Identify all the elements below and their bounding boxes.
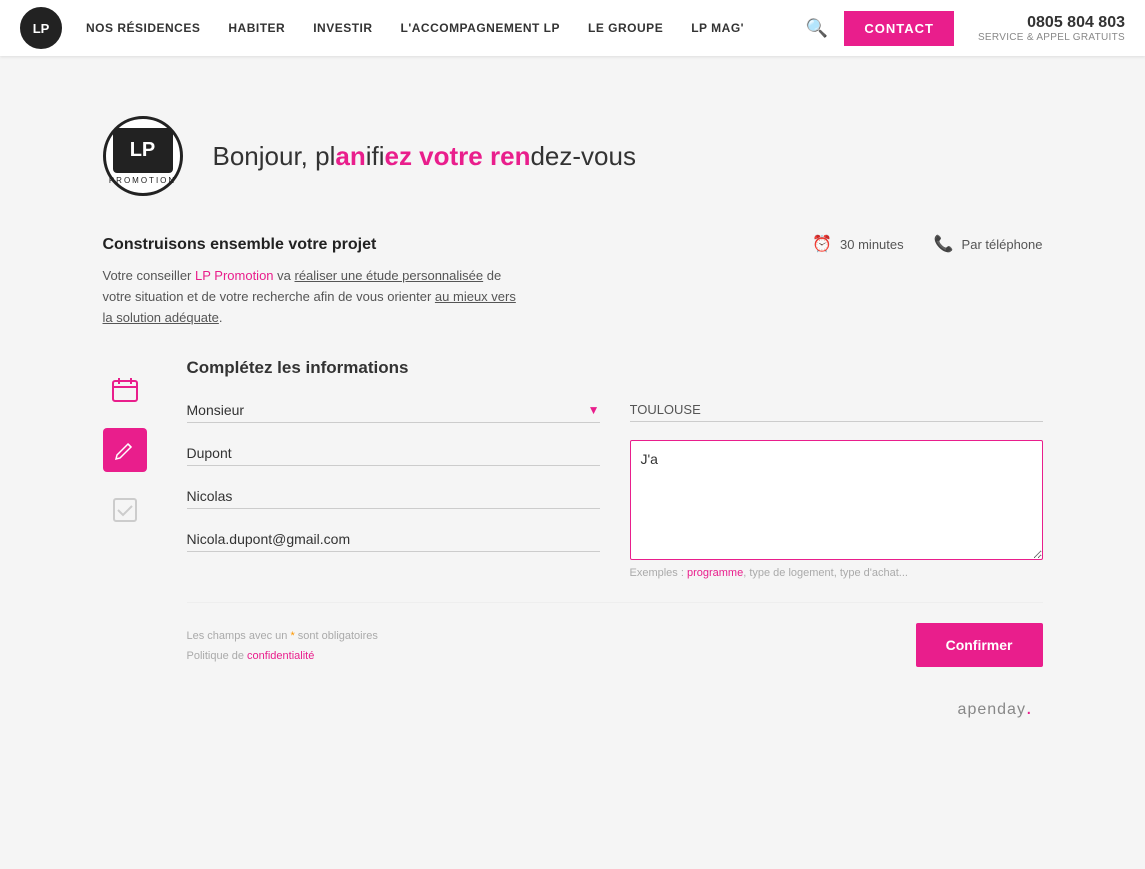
lp-logo: LP PROMOTION	[103, 116, 183, 196]
confirm-button[interactable]: Confirmer	[916, 623, 1043, 667]
check-icon	[103, 488, 147, 532]
form-section: Complétez les informations Monsieur Mada…	[103, 358, 1043, 666]
edit-icon	[103, 428, 147, 472]
duration-label: 30 minutes	[840, 237, 904, 252]
search-button[interactable]: 🔍	[802, 14, 832, 43]
search-icon: 🔍	[806, 18, 828, 38]
main-content: LP PROMOTION Bonjour, planifiez votre re…	[83, 116, 1063, 720]
meeting-meta: ⏰ 30 minutes 📞 Par téléphone	[812, 234, 1042, 254]
header-nav: NOS RÉSIDENCES HABITER INVESTIR L'ACCOMP…	[86, 21, 802, 35]
phone-subtitle: SERVICE & APPEL GRATUITS	[978, 32, 1125, 43]
contact-button[interactable]: CONTACT	[844, 11, 954, 46]
type-label: Par téléphone	[962, 237, 1043, 252]
city-input[interactable]	[630, 398, 1043, 422]
textarea-wrapper: J'a Exemples : programme, type de logeme…	[630, 440, 1043, 581]
civility-field: Monsieur Madame ▼	[187, 398, 600, 423]
civility-select-wrapper[interactable]: Monsieur Madame ▼	[187, 398, 600, 423]
hint-pink: programme	[687, 567, 743, 579]
type-item: 📞 Par téléphone	[934, 234, 1043, 254]
form-grid: Monsieur Madame ▼	[187, 398, 1043, 581]
form-divider	[187, 602, 1043, 603]
lastname-input[interactable]	[187, 441, 600, 466]
textarea-hint: Exemples : programme, type de logement, …	[630, 566, 1043, 581]
email-field	[187, 527, 600, 552]
civility-select[interactable]: Monsieur Madame	[187, 398, 600, 422]
privacy-note: Politique de confidentialité	[187, 647, 378, 667]
phone-number: 0805 804 803	[1027, 14, 1125, 32]
lp-logo-text: LP	[113, 128, 173, 173]
apenday-row: apenday.	[103, 697, 1043, 720]
form-steps	[103, 358, 147, 666]
apenday-logo: apenday.	[958, 697, 1033, 720]
firstname-field	[187, 484, 600, 509]
lp-link: LP Promotion	[195, 268, 274, 283]
firstname-input[interactable]	[187, 484, 600, 509]
title-highlight3: en	[500, 141, 530, 171]
message-textarea[interactable]: J'a	[630, 440, 1043, 560]
phone-icon: 📞	[934, 234, 954, 254]
meeting-description: Votre conseiller LP Promotion va réalise…	[103, 266, 523, 328]
email-input[interactable]	[187, 527, 600, 552]
lastname-field	[187, 441, 600, 466]
apenday-dot: .	[1026, 697, 1033, 719]
study-text: réaliser une étude personnalisée	[295, 268, 484, 283]
calendar-icon	[103, 368, 147, 412]
nav-accompagnement[interactable]: L'ACCOMPAGNEMENT LP	[401, 21, 560, 35]
meeting-info: Construisons ensemble votre projet ⏰ 30 …	[103, 236, 1043, 328]
nav-habiter[interactable]: HABITER	[228, 21, 285, 35]
required-note: Les champs avec un * sont obligatoires	[187, 627, 378, 647]
title-highlight: an	[335, 141, 365, 171]
form-footer: Les champs avec un * sont obligatoires P…	[187, 623, 1043, 667]
duration-item: ⏰ 30 minutes	[812, 234, 904, 254]
orient-text: au mieux vers la solution adéquate	[103, 289, 516, 325]
nav-groupe[interactable]: LE GROUPE	[588, 21, 663, 35]
form-content: Complétez les informations Monsieur Mada…	[187, 358, 1043, 666]
promotion-text: PROMOTION	[109, 176, 176, 185]
intro-row: LP PROMOTION Bonjour, planifiez votre re…	[103, 116, 1043, 196]
privacy-link[interactable]: confidentialité	[247, 650, 314, 662]
asterisk: *	[290, 630, 294, 642]
header-actions: 🔍 CONTACT 0805 804 803 SERVICE & APPEL G…	[802, 11, 1125, 46]
city-field	[630, 398, 1043, 422]
nav-mag[interactable]: LP MAG'	[691, 21, 744, 35]
logo-text: LP	[33, 21, 50, 36]
form-notes: Les champs avec un * sont obligatoires P…	[187, 627, 378, 667]
nav-investir[interactable]: INVESTIR	[313, 21, 372, 35]
nav-residences[interactable]: NOS RÉSIDENCES	[86, 21, 200, 35]
header: LP NOS RÉSIDENCES HABITER INVESTIR L'ACC…	[0, 0, 1145, 56]
form-heading: Complétez les informations	[187, 358, 1043, 378]
title-highlight2: ez votre r	[385, 141, 501, 171]
phone-block: 0805 804 803 SERVICE & APPEL GRATUITS	[978, 14, 1125, 43]
apenday-text: apenday.	[958, 701, 1033, 718]
intro-title: Bonjour, planifiez votre rendez-vous	[213, 141, 636, 172]
form-right-col: J'a Exemples : programme, type de logeme…	[630, 398, 1043, 581]
form-left-col: Monsieur Madame ▼	[187, 398, 600, 570]
clock-icon: ⏰	[812, 234, 832, 254]
header-logo[interactable]: LP	[20, 7, 62, 49]
